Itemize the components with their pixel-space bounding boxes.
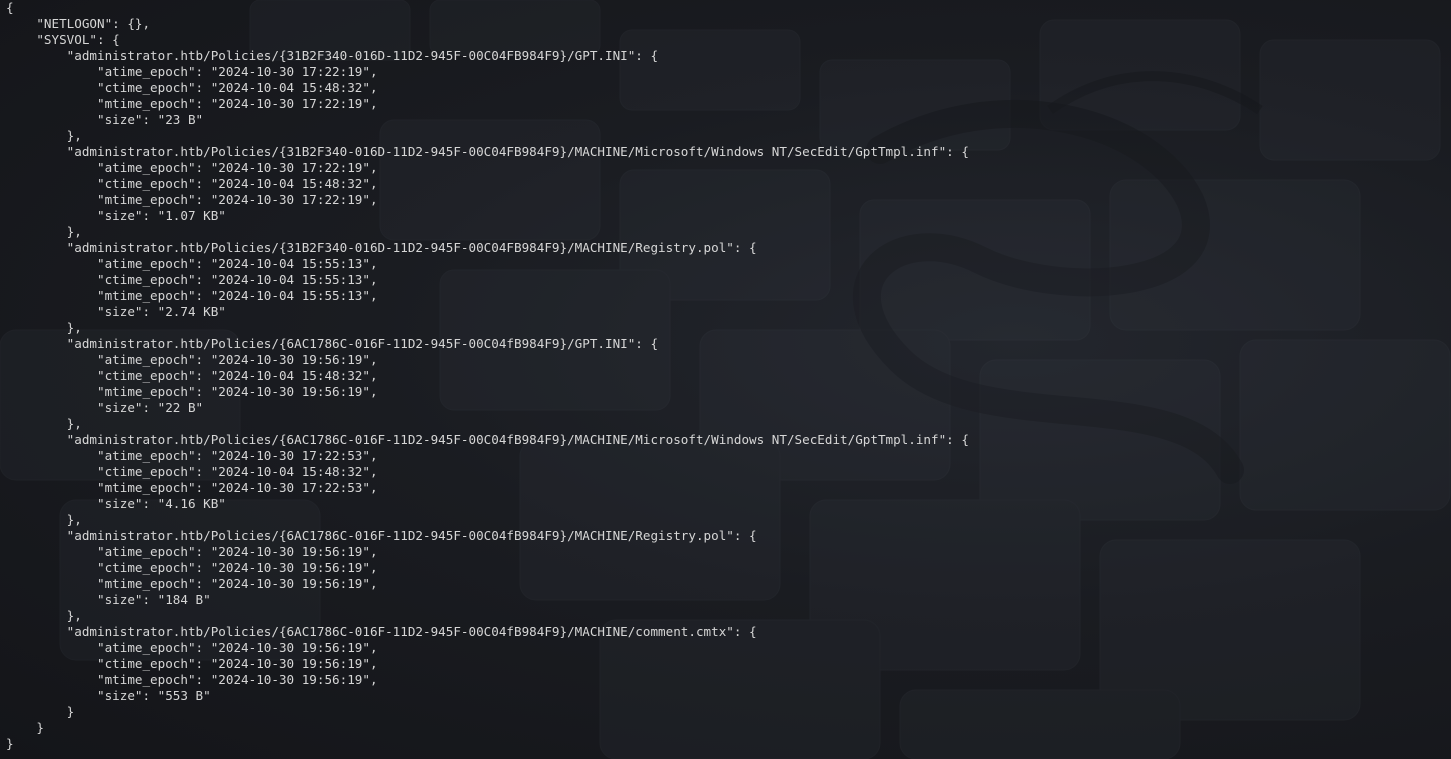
output-line: "administrator.htb/Policies/{31B2F340-01… (6, 48, 659, 63)
output-line: "ctime_epoch": "2024-10-30 19:56:19", (6, 656, 378, 671)
output-line: "atime_epoch": "2024-10-30 19:56:19", (6, 544, 378, 559)
output-line: "size": "4.16 KB" (6, 496, 226, 511)
output-line: "mtime_epoch": "2024-10-04 15:55:13", (6, 288, 378, 303)
output-line: "atime_epoch": "2024-10-30 19:56:19", (6, 640, 378, 655)
terminal-window[interactable]: { "NETLOGON": {}, "SYSVOL": { "administr… (0, 0, 1451, 759)
output-line: "atime_epoch": "2024-10-30 17:22:19", (6, 64, 378, 79)
output-line: "ctime_epoch": "2024-10-04 15:48:32", (6, 464, 378, 479)
output-line: "mtime_epoch": "2024-10-30 17:22:19", (6, 192, 378, 207)
output-line: }, (6, 512, 82, 527)
output-line: { (6, 0, 14, 15)
output-line: "SYSVOL": { (6, 32, 120, 47)
output-line: "administrator.htb/Policies/{31B2F340-01… (6, 144, 969, 159)
output-line: "atime_epoch": "2024-10-04 15:55:13", (6, 256, 378, 271)
output-line: "administrator.htb/Policies/{6AC1786C-01… (6, 624, 757, 639)
output-line: "size": "184 B" (6, 592, 211, 607)
output-line: "size": "1.07 KB" (6, 208, 226, 223)
output-line: "administrator.htb/Policies/{6AC1786C-01… (6, 336, 659, 351)
output-line: "ctime_epoch": "2024-10-04 15:48:32", (6, 80, 378, 95)
output-line: "atime_epoch": "2024-10-30 17:22:53", (6, 448, 378, 463)
output-line: "ctime_epoch": "2024-10-30 19:56:19", (6, 560, 378, 575)
output-line: "ctime_epoch": "2024-10-04 15:55:13", (6, 272, 378, 287)
output-line: "mtime_epoch": "2024-10-30 19:56:19", (6, 576, 378, 591)
output-line: "mtime_epoch": "2024-10-30 19:56:19", (6, 672, 378, 687)
output-line: } (6, 704, 75, 719)
output-line: "ctime_epoch": "2024-10-04 15:48:32", (6, 176, 378, 191)
output-line: "size": "23 B" (6, 112, 204, 127)
output-line: "size": "22 B" (6, 400, 204, 415)
output-line: }, (6, 224, 82, 239)
output-line: "atime_epoch": "2024-10-30 17:22:19", (6, 160, 378, 175)
output-line: "mtime_epoch": "2024-10-30 17:22:53", (6, 480, 378, 495)
output-line: } (6, 720, 44, 735)
output-line: "mtime_epoch": "2024-10-30 19:56:19", (6, 384, 378, 399)
output-line: "administrator.htb/Policies/{6AC1786C-01… (6, 432, 969, 447)
output-line: "size": "2.74 KB" (6, 304, 226, 319)
output-line: }, (6, 320, 82, 335)
output-line: "administrator.htb/Policies/{6AC1786C-01… (6, 528, 757, 543)
output-line: }, (6, 416, 82, 431)
output-line: "NETLOGON": {}, (6, 16, 151, 31)
output-line: "size": "553 B" (6, 688, 211, 703)
output-line: }, (6, 608, 82, 623)
terminal-output[interactable]: { "NETLOGON": {}, "SYSVOL": { "administr… (6, 0, 969, 752)
output-line: } (6, 736, 14, 751)
output-line: "ctime_epoch": "2024-10-04 15:48:32", (6, 368, 378, 383)
output-line: "administrator.htb/Policies/{31B2F340-01… (6, 240, 757, 255)
output-line: "atime_epoch": "2024-10-30 19:56:19", (6, 352, 378, 367)
output-line: }, (6, 128, 82, 143)
output-line: "mtime_epoch": "2024-10-30 17:22:19", (6, 96, 378, 111)
